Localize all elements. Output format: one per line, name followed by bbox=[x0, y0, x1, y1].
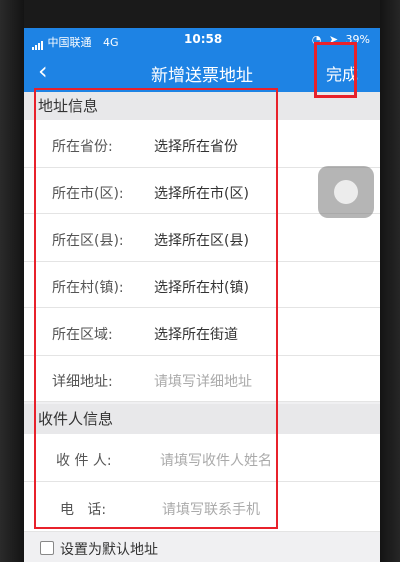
status-right: ◔ ➤ 39% bbox=[312, 33, 370, 46]
detail-address-label: 详细地址: bbox=[52, 374, 113, 390]
status-carrier: 中国联通 4G bbox=[32, 34, 119, 50]
battery-percent: 39% bbox=[345, 33, 370, 46]
district-select[interactable]: 选择所在区(县) bbox=[154, 230, 249, 250]
province-select[interactable]: 选择所在省份 bbox=[154, 136, 238, 156]
address-form: 地址信息 所在省份: 选择所在省份 所在市(区): 选择所在市(区) 所在区(县… bbox=[24, 92, 380, 562]
section-header-address: 地址信息 bbox=[24, 92, 380, 120]
device-bezel-right bbox=[380, 0, 400, 562]
location-icon: ➤ bbox=[328, 33, 339, 46]
town-row[interactable]: 所在村(镇): 选择所在村(镇) bbox=[24, 262, 380, 308]
default-address-label: 设置为默认地址 bbox=[60, 542, 158, 558]
status-time: 10:58 bbox=[184, 32, 223, 46]
carrier-name: 中国联通 bbox=[47, 36, 92, 49]
district-label: 所在区(县): bbox=[52, 233, 124, 249]
province-label: 所在省份: bbox=[52, 139, 113, 155]
assistive-touch-button[interactable] bbox=[318, 166, 374, 218]
street-select[interactable]: 选择所在街道 bbox=[154, 324, 238, 344]
signal-icon bbox=[32, 37, 44, 50]
city-select[interactable]: 选择所在市(区) bbox=[154, 183, 249, 203]
recipient-name-row[interactable]: 收 件 人: 请填写收件人姓名 bbox=[24, 434, 380, 482]
alarm-icon: ◔ bbox=[311, 33, 322, 46]
town-select[interactable]: 选择所在村(镇) bbox=[154, 277, 249, 297]
province-row[interactable]: 所在省份: 选择所在省份 bbox=[24, 120, 380, 168]
area-row[interactable]: 所在区域: 选择所在街道 bbox=[24, 308, 380, 356]
network-type: 4G bbox=[103, 36, 119, 49]
detail-address-input[interactable]: 请填写详细地址 bbox=[154, 371, 252, 391]
phone-input[interactable]: 请填写联系手机 bbox=[162, 499, 260, 519]
nav-bar: ‹ 新增送票地址 完成 bbox=[24, 52, 380, 92]
default-address-checkbox[interactable] bbox=[40, 541, 54, 555]
city-label: 所在市(区): bbox=[52, 186, 124, 202]
section-header-recipient: 收件人信息 bbox=[24, 404, 380, 434]
detail-address-row[interactable]: 详细地址: 请填写详细地址 bbox=[24, 356, 380, 402]
status-bar: 中国联通 4G 10:58 ◔ ➤ 39% bbox=[24, 28, 380, 52]
phone-row[interactable]: 电 话: 请填写联系手机 bbox=[24, 482, 380, 532]
phone-label: 电 话: bbox=[60, 502, 107, 518]
area-label: 所在区域: bbox=[52, 327, 113, 343]
recipient-name-label: 收 件 人: bbox=[56, 453, 112, 469]
done-button[interactable]: 完成 bbox=[326, 61, 358, 85]
device-bezel-left bbox=[0, 0, 24, 562]
recipient-name-input[interactable]: 请填写收件人姓名 bbox=[160, 450, 272, 470]
default-address-row[interactable]: 设置为默认地址 bbox=[24, 533, 380, 562]
town-label: 所在村(镇): bbox=[52, 280, 124, 296]
district-row[interactable]: 所在区(县): 选择所在区(县) bbox=[24, 214, 380, 262]
